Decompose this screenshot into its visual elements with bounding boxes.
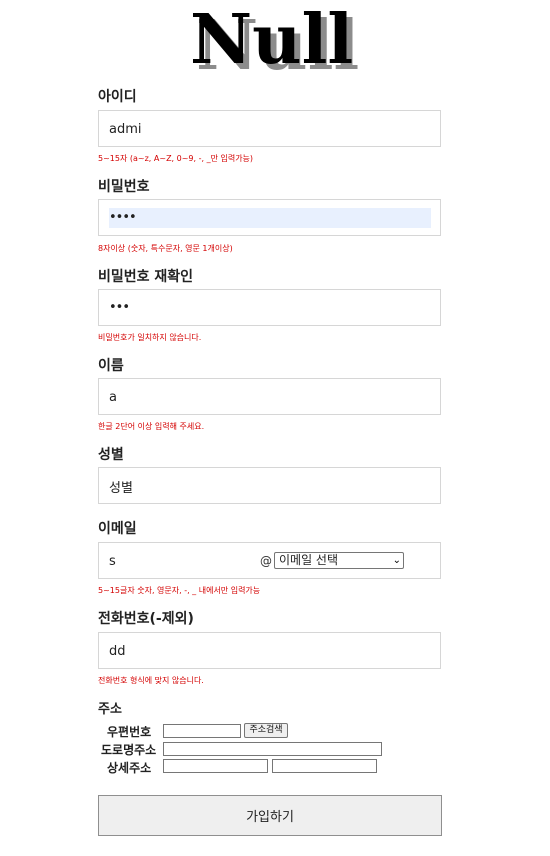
gender-input[interactable]: [109, 476, 429, 496]
password-confirm-input[interactable]: •••: [109, 298, 130, 318]
password-input[interactable]: ••••: [109, 208, 137, 228]
email-domain-select[interactable]: 이메일 선택 ⌄: [274, 552, 404, 569]
phone-input[interactable]: [109, 641, 429, 661]
email-field[interactable]: @ 이메일 선택 ⌄: [98, 542, 441, 579]
password-confirm-hint: 비밀번호가 일치하지 않습니다.: [98, 333, 202, 342]
email-domain-selected: 이메일 선택: [279, 553, 339, 567]
name-label: 이름: [98, 358, 124, 374]
name-hint: 한글 2단어 이상 입력해 주세요.: [98, 422, 205, 431]
password-field[interactable]: ••••: [98, 199, 441, 236]
detail-address-input[interactable]: [163, 759, 268, 773]
id-field[interactable]: [98, 110, 441, 147]
id-label: 아이디: [98, 89, 137, 105]
id-input[interactable]: [109, 119, 429, 139]
phone-hint: 전화번호 형식에 맞지 않습니다.: [98, 676, 204, 685]
id-hint: 5~15자 (a~z, A~Z, 0~9, -, _만 입력가능): [98, 154, 254, 163]
zip-label: 우편번호: [107, 725, 152, 739]
password-autofill-bg: [109, 208, 431, 228]
email-hint: 5~15글자 숫자, 영문자, -, _ 내에서만 입력가능: [98, 586, 261, 595]
zip-input[interactable]: [163, 724, 241, 738]
detail-address-label: 상세주소: [107, 761, 152, 775]
address-title: 주소: [98, 702, 122, 717]
null-logo: Null Null: [180, 2, 370, 76]
chevron-down-icon: ⌄: [392, 555, 401, 566]
address-search-button[interactable]: 주소검색: [244, 723, 288, 738]
gender-label: 성별: [98, 447, 124, 463]
phone-label: 전화번호(-제외): [98, 611, 194, 627]
email-input[interactable]: [109, 551, 249, 571]
road-address-label: 도로명주소: [101, 743, 157, 757]
phone-field[interactable]: [98, 632, 441, 669]
email-label: 이메일: [98, 521, 137, 537]
signup-button[interactable]: 가입하기: [98, 795, 442, 836]
email-at-sign: @: [260, 554, 272, 568]
password-hint: 8자이상 (숫자, 특수문자, 영문 1개이상): [98, 244, 233, 253]
gender-field[interactable]: [98, 467, 441, 504]
logo-text: Null: [190, 2, 353, 76]
road-address-input[interactable]: [163, 742, 382, 756]
extra-address-input[interactable]: [272, 759, 377, 773]
password-confirm-label: 비밀번호 재확인: [98, 269, 194, 285]
name-input[interactable]: [109, 387, 429, 407]
name-field[interactable]: [98, 378, 441, 415]
password-label: 비밀번호: [98, 179, 150, 195]
password-confirm-field[interactable]: •••: [98, 289, 441, 326]
